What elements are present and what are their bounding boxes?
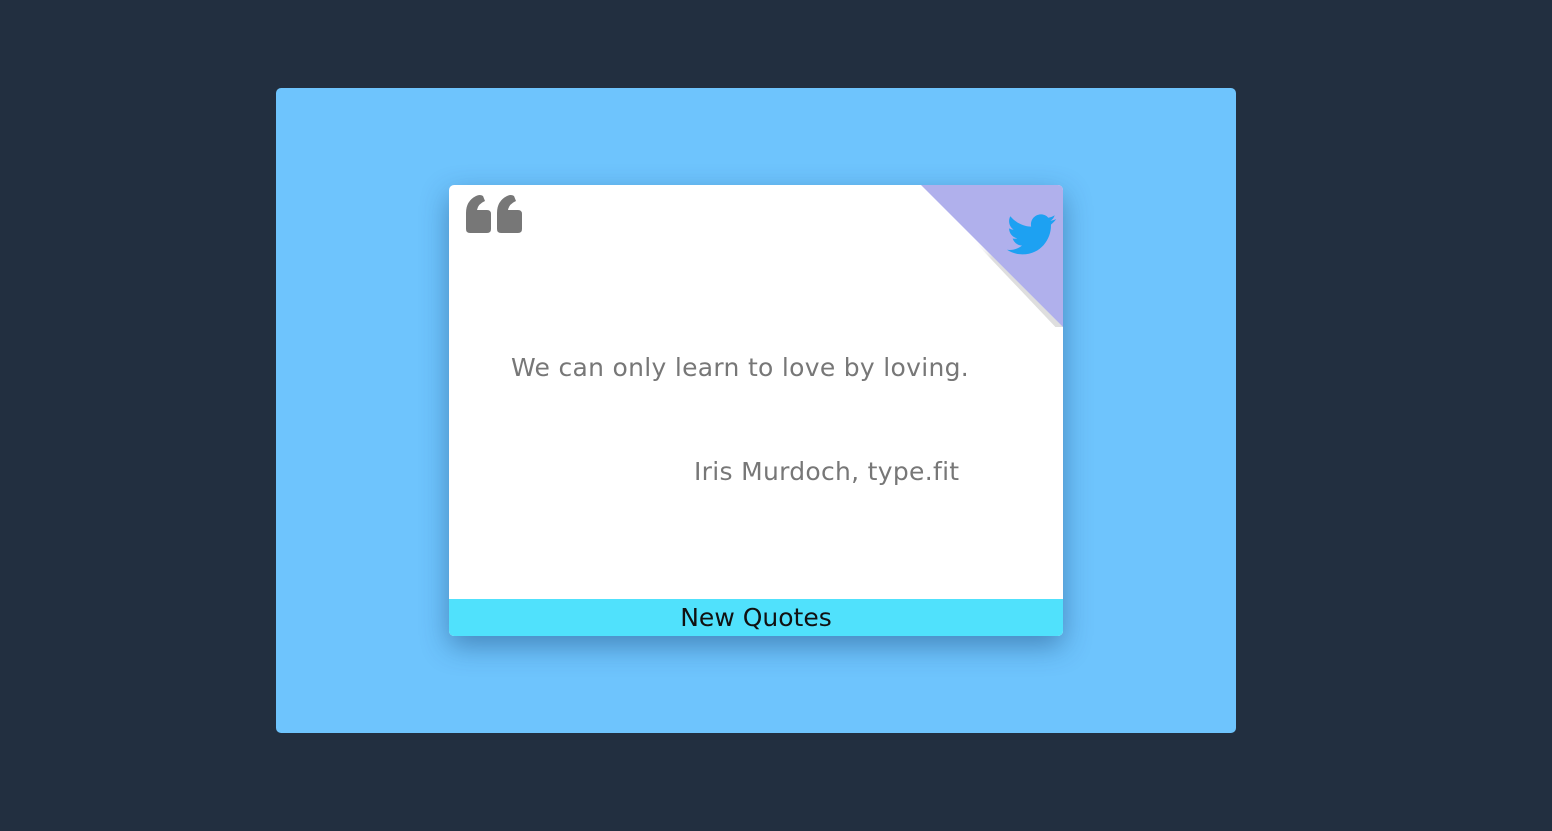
quote-card: We can only learn to love by loving. Iri…	[449, 185, 1063, 636]
new-quote-button[interactable]: New Quotes	[449, 599, 1063, 636]
twitter-icon[interactable]	[1007, 213, 1057, 257]
quote-icon	[466, 195, 522, 233]
quote-author: Iris Murdoch, type.fit	[694, 457, 960, 486]
app-background-panel: We can only learn to love by loving. Iri…	[276, 88, 1236, 733]
quote-text: We can only learn to love by loving.	[511, 353, 970, 382]
